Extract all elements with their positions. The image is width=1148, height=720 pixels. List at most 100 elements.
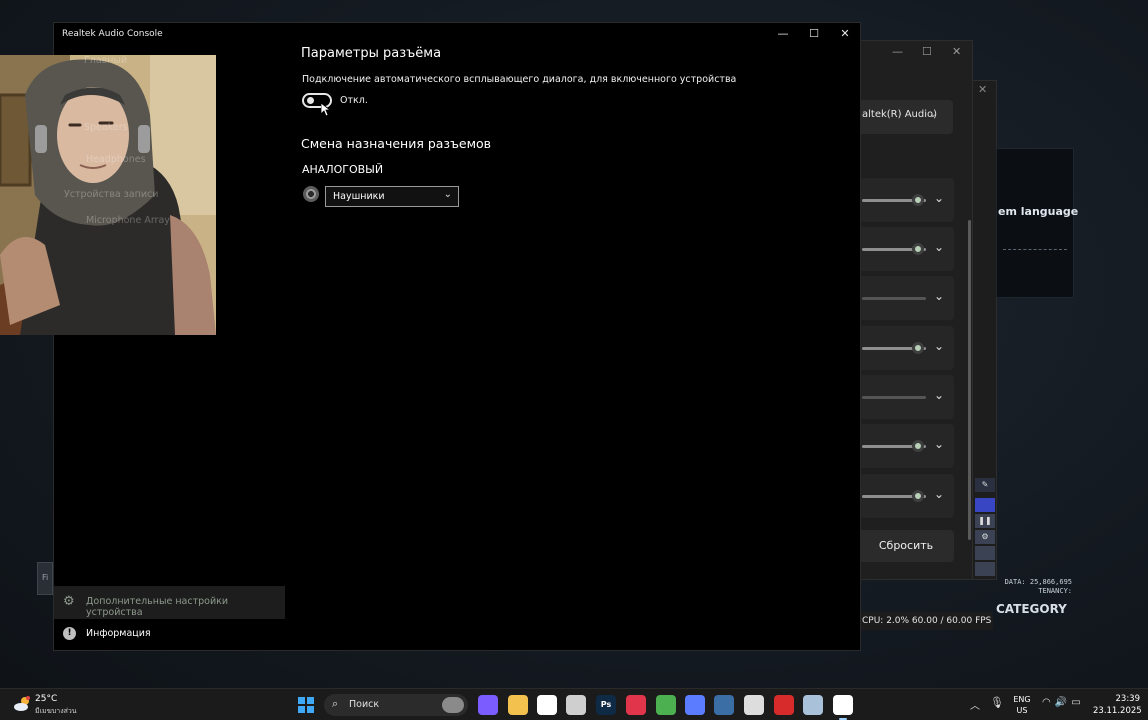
tray-status-icons[interactable]: ◠🔊▭ bbox=[1042, 697, 1085, 708]
gear-icon: ⚙ bbox=[63, 594, 75, 609]
copilot-app-icon[interactable] bbox=[478, 695, 498, 715]
chevron-down-icon[interactable]: ⌄ bbox=[934, 487, 944, 501]
gear-icon[interactable]: ⚙ bbox=[975, 530, 995, 544]
info-button[interactable]: ! Информация bbox=[54, 623, 285, 647]
volume-slider-thumb[interactable] bbox=[912, 243, 925, 255]
search-placeholder: Поиск bbox=[349, 699, 380, 710]
ghost-text: Главный bbox=[84, 55, 128, 66]
volume-slider-thumb[interactable] bbox=[912, 490, 925, 502]
chevron-down-icon[interactable]: ⌄ bbox=[934, 289, 944, 303]
advanced-settings-label: Дополнительные настройки устройства bbox=[86, 596, 229, 618]
red-app-icon[interactable] bbox=[774, 695, 794, 715]
popup-setting-description: Подключение автоматического всплывающего… bbox=[302, 74, 737, 85]
chevron-down-icon[interactable]: ⌄ bbox=[934, 339, 944, 353]
opera-gx-app-icon[interactable] bbox=[626, 695, 646, 715]
pin-icon[interactable]: ✎ bbox=[975, 478, 995, 492]
toolbar-slot[interactable] bbox=[975, 546, 995, 560]
unity-app-icon[interactable] bbox=[566, 695, 586, 715]
device-select-label: altek(R) Audio) bbox=[862, 109, 938, 120]
volume-icon[interactable]: 🔊 bbox=[1055, 697, 1071, 708]
volume-slider-thumb[interactable] bbox=[912, 342, 925, 354]
search-icon: ⌕ bbox=[332, 697, 339, 710]
battery-icon[interactable]: ▭ bbox=[1071, 697, 1084, 708]
logo-square bbox=[307, 697, 314, 704]
close-button[interactable]: ✕ bbox=[830, 23, 860, 45]
close-icon[interactable]: ✕ bbox=[952, 45, 961, 58]
photoshop-app-icon[interactable]: Ps bbox=[596, 695, 616, 715]
chevron-down-icon[interactable]: ⌄ bbox=[934, 437, 944, 451]
weather-temperature[interactable]: 25°C bbox=[35, 694, 57, 704]
steam-app-icon[interactable] bbox=[714, 695, 734, 715]
audio-jack-icon bbox=[303, 186, 319, 202]
device-select[interactable]: altek(R) Audio) ⌄ bbox=[858, 100, 953, 134]
analog-label: АНАЛОГОВЫЙ bbox=[302, 163, 384, 176]
realtek-app-icon[interactable] bbox=[833, 695, 853, 720]
reassign-title: Смена назначения разъемов bbox=[301, 136, 492, 151]
volume-slider-track[interactable] bbox=[862, 297, 926, 300]
input-language-indicator[interactable]: ENG US bbox=[1010, 694, 1034, 716]
logo-square bbox=[298, 697, 305, 704]
clock-time[interactable]: 23:39 bbox=[1100, 694, 1141, 704]
toolbar-slot[interactable] bbox=[975, 562, 995, 576]
wifi-icon[interactable]: ◠ bbox=[1042, 697, 1055, 708]
status-bar: CPU: 2.0% 60.00 / 60.00 FPS bbox=[858, 612, 993, 630]
logo-square bbox=[298, 706, 305, 713]
mixer-row: ⌄ bbox=[858, 326, 954, 370]
obs-app-icon[interactable] bbox=[744, 695, 764, 715]
mixer-row: ⌄ bbox=[858, 276, 954, 320]
maximize-button[interactable]: ☐ bbox=[799, 23, 829, 45]
ghost-text: Headphones bbox=[86, 154, 146, 165]
close-icon[interactable]: ✕ bbox=[978, 83, 987, 96]
windows-start-button[interactable] bbox=[298, 697, 314, 713]
language-text: em language bbox=[998, 205, 1079, 218]
info-icon: ! bbox=[63, 627, 76, 640]
volume-slider-thumb[interactable] bbox=[912, 194, 925, 206]
advanced-settings-button[interactable]: ⚙ Дополнительные настройки устройства bbox=[54, 586, 285, 619]
toggle-knob bbox=[307, 97, 314, 104]
chevron-down-icon[interactable]: ⌄ bbox=[934, 191, 944, 205]
vpn-app-icon[interactable] bbox=[685, 695, 705, 715]
file-explorer-app-icon[interactable] bbox=[508, 695, 528, 715]
weather-description[interactable]: มีเมฆบางส่วน bbox=[35, 706, 77, 717]
jack-function-value: Наушники bbox=[333, 191, 385, 202]
ghost-text: Устройства записи bbox=[64, 189, 159, 200]
weather-cloud-sun-icon[interactable] bbox=[13, 694, 33, 714]
language-region: US bbox=[1016, 706, 1028, 715]
maximize-icon[interactable]: ☐ bbox=[922, 45, 932, 58]
jack-function-select[interactable]: Наушники ⌄ bbox=[325, 186, 459, 207]
mouse-cursor-icon bbox=[321, 103, 330, 117]
data-readout: DATA: 25,866,695 TENANCY: bbox=[1000, 578, 1072, 596]
clock-date[interactable]: 23.11.2025 bbox=[1093, 706, 1142, 716]
window-title: Realtek Audio Console bbox=[62, 29, 163, 39]
mixer-row: ⌄ bbox=[858, 474, 954, 518]
taskbar-search-box[interactable]: ⌕ Поиск bbox=[324, 694, 468, 716]
mixer-row: ⌄ bbox=[858, 178, 954, 222]
color-swatch[interactable] bbox=[975, 498, 995, 512]
background-panel bbox=[996, 148, 1074, 298]
data-readout-line: TENANCY: bbox=[1038, 587, 1072, 595]
chevron-down-icon[interactable]: ⌄ bbox=[934, 388, 944, 402]
pause-icon[interactable]: ❚❚ bbox=[975, 514, 995, 528]
chevron-down-icon: ⌄ bbox=[443, 189, 452, 200]
category-text: CATEGORY bbox=[996, 602, 1067, 616]
settings-app-icon[interactable] bbox=[803, 695, 823, 715]
reset-button[interactable]: Сбросить bbox=[858, 530, 954, 562]
minimize-button[interactable]: — bbox=[768, 23, 798, 45]
volume-slider-track[interactable] bbox=[862, 396, 926, 399]
ghost-text: Microphone Array bbox=[86, 215, 170, 226]
ghost-text: Speakers bbox=[84, 122, 128, 133]
tray-overflow-chevron-icon[interactable]: ︿ bbox=[970, 697, 980, 712]
chrome-app-icon[interactable] bbox=[656, 695, 676, 715]
section-title: Параметры разъёма bbox=[301, 46, 442, 61]
scrollbar[interactable] bbox=[968, 220, 971, 540]
store-app-icon[interactable] bbox=[537, 695, 557, 715]
taskbar: 25°C มีเมฆบางส่วน ⌕ Поиск Ps ︿ 🎙 ENG US … bbox=[0, 688, 1148, 720]
side-toolbar: ✎ ❚❚ ⚙ bbox=[975, 478, 995, 578]
mixer-row: ⌄ bbox=[858, 227, 954, 271]
microphone-icon[interactable]: 🎙 bbox=[990, 696, 1004, 709]
chevron-down-icon[interactable]: ⌄ bbox=[934, 240, 944, 254]
mixer-row: ⌄ bbox=[858, 375, 954, 419]
volume-slider-thumb[interactable] bbox=[912, 440, 925, 452]
toggle-state-label: Откл. bbox=[340, 95, 368, 106]
minimize-icon[interactable]: — bbox=[892, 45, 903, 58]
